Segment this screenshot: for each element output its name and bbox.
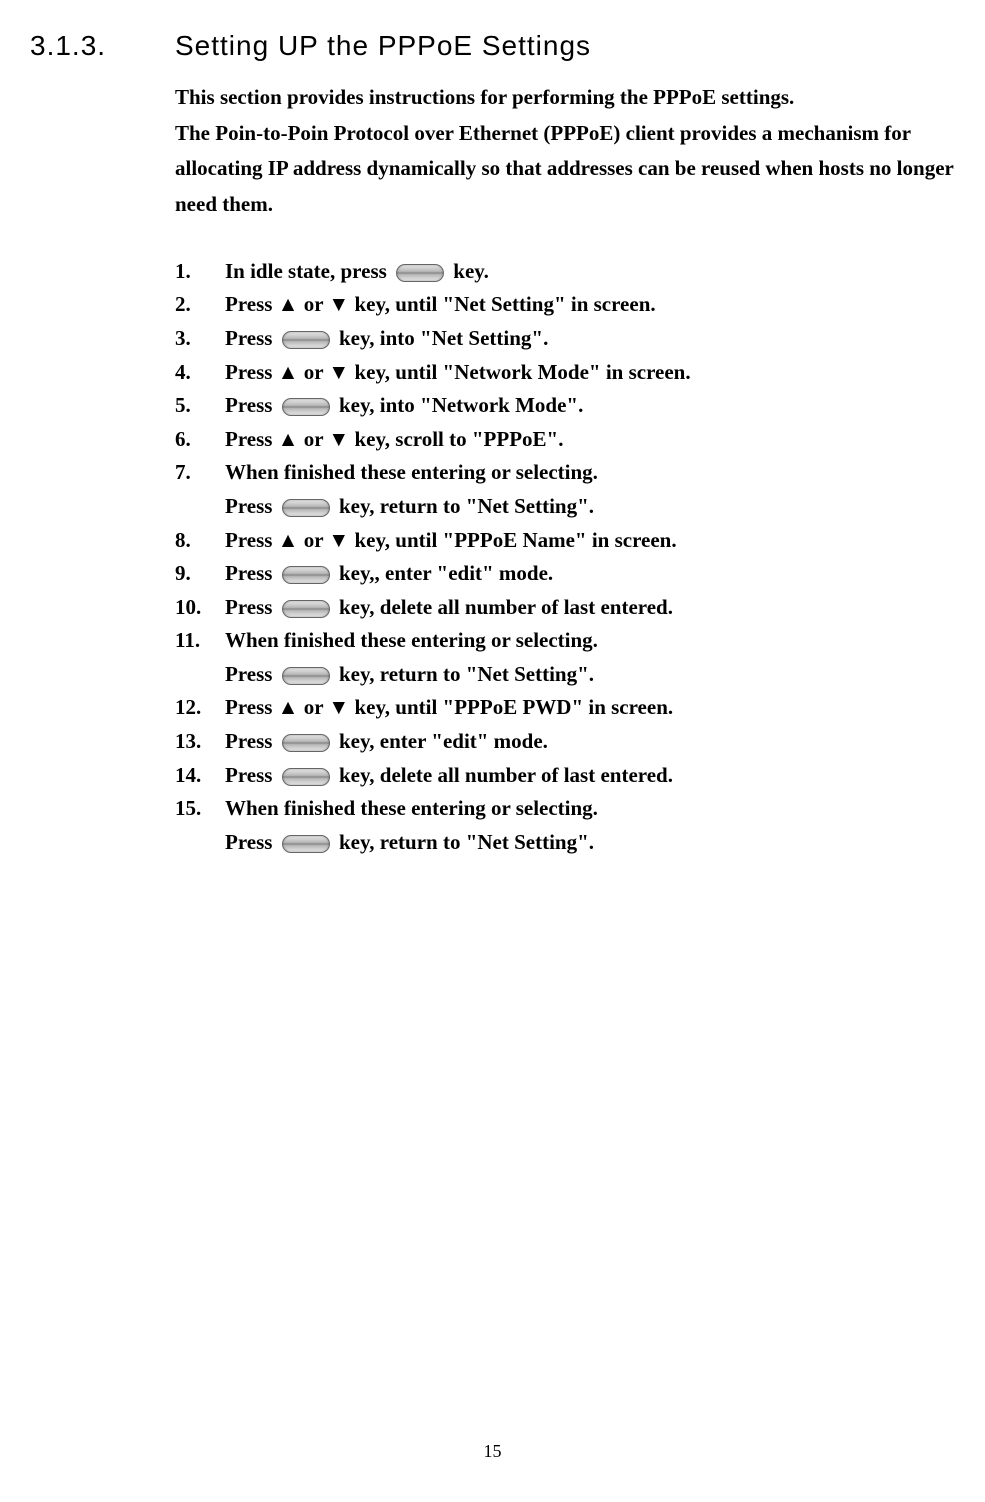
step-item: 1.In idle state, press key.	[175, 255, 965, 289]
menu-key-icon	[282, 768, 330, 786]
step-text: Press key, into "Network Mode".	[225, 389, 965, 423]
step-text: Press key,, enter "edit" mode.	[225, 557, 965, 591]
step-text: When finished these entering or selectin…	[225, 624, 965, 691]
step-text: Press ▲ or ▼ key, until "PPPoE PWD" in s…	[225, 691, 965, 725]
step-text-after: key, into "Net Setting".	[334, 326, 549, 350]
step-text: Press ▲ or ▼ key, until "Network Mode" i…	[225, 356, 965, 390]
step-text: Press key, enter "edit" mode.	[225, 725, 965, 759]
intro-line2: The Poin-to-Poin Protocol over Ethernet …	[175, 116, 965, 223]
step-text-before: Press ▲ or ▼ key, until "Net Setting" in…	[225, 292, 656, 316]
step-item: 8.Press ▲ or ▼ key, until "PPPoE Name" i…	[175, 524, 965, 558]
menu-key-icon	[282, 600, 330, 618]
step-text-before: When finished these entering or selectin…	[225, 796, 598, 820]
step-text: Press ▲ or ▼ key, scroll to "PPPoE".	[225, 423, 965, 457]
step-text: Press key, delete all number of last ent…	[225, 591, 965, 625]
step-text-before: Press	[225, 595, 278, 619]
step-number: 15.	[175, 792, 225, 859]
step-number: 5.	[175, 389, 225, 423]
step-text-after: key,, enter "edit" mode.	[334, 561, 554, 585]
menu-key-icon	[282, 566, 330, 584]
step-number: 1.	[175, 255, 225, 289]
step-number: 6.	[175, 423, 225, 457]
step-line2-before: Press	[225, 830, 278, 854]
step-number: 4.	[175, 356, 225, 390]
step-number: 13.	[175, 725, 225, 759]
menu-key-icon	[282, 734, 330, 752]
step-text: Press ▲ or ▼ key, until "PPPoE Name" in …	[225, 524, 965, 558]
step-item: 5.Press key, into "Network Mode".	[175, 389, 965, 423]
step-line2-after: key, return to "Net Setting".	[334, 830, 594, 854]
step-number: 2.	[175, 288, 225, 322]
step-text-after: key.	[448, 259, 489, 283]
step-text-before: Press	[225, 326, 278, 350]
step-item: 3.Press key, into "Net Setting".	[175, 322, 965, 356]
step-number: 11.	[175, 624, 225, 691]
step-text: In idle state, press key.	[225, 255, 965, 289]
step-text-before: Press	[225, 729, 278, 753]
step-number: 10.	[175, 591, 225, 625]
intro-line1: This section provides instructions for p…	[175, 80, 965, 116]
step-line2-before: Press	[225, 494, 278, 518]
step-text-before: Press	[225, 561, 278, 585]
menu-key-icon	[282, 667, 330, 685]
step-text-before: When finished these entering or selectin…	[225, 460, 598, 484]
section-heading: 3.1.3. Setting UP the PPPoE Settings	[30, 30, 965, 62]
section-number: 3.1.3.	[30, 30, 175, 62]
step-text-after: key, into "Network Mode".	[334, 393, 584, 417]
step-item: 4.Press ▲ or ▼ key, until "Network Mode"…	[175, 356, 965, 390]
step-text-after: key, delete all number of last entered.	[334, 763, 673, 787]
step-number: 8.	[175, 524, 225, 558]
step-text-before: Press	[225, 393, 278, 417]
step-text-before: In idle state, press	[225, 259, 392, 283]
step-number: 14.	[175, 759, 225, 793]
step-line2-after: key, return to "Net Setting".	[334, 494, 594, 518]
step-item: 6.Press ▲ or ▼ key, scroll to "PPPoE".	[175, 423, 965, 457]
step-number: 9.	[175, 557, 225, 591]
step-item: 11.When finished these entering or selec…	[175, 624, 965, 691]
step-number: 3.	[175, 322, 225, 356]
step-item: 9.Press key,, enter "edit" mode.	[175, 557, 965, 591]
menu-key-icon	[396, 264, 444, 282]
page-number: 15	[0, 1441, 985, 1462]
step-text-before: Press ▲ or ▼ key, until "PPPoE PWD" in s…	[225, 695, 673, 719]
step-text: When finished these entering or selectin…	[225, 456, 965, 523]
step-item: 2.Press ▲ or ▼ key, until "Net Setting" …	[175, 288, 965, 322]
step-item: 13.Press key, enter "edit" mode.	[175, 725, 965, 759]
step-text-after: key, enter "edit" mode.	[334, 729, 548, 753]
step-text: Press ▲ or ▼ key, until "Net Setting" in…	[225, 288, 965, 322]
step-text-after: key, delete all number of last entered.	[334, 595, 673, 619]
steps-list: 1.In idle state, press key.2.Press ▲ or …	[175, 255, 965, 860]
menu-key-icon	[282, 398, 330, 416]
section-title: Setting UP the PPPoE Settings	[175, 30, 591, 62]
step-line2-before: Press	[225, 662, 278, 686]
menu-key-icon	[282, 835, 330, 853]
step-text-before: Press	[225, 763, 278, 787]
step-item: 7.When finished these entering or select…	[175, 456, 965, 523]
step-line2-after: key, return to "Net Setting".	[334, 662, 594, 686]
step-item: 14.Press key, delete all number of last …	[175, 759, 965, 793]
step-item: 15.When finished these entering or selec…	[175, 792, 965, 859]
content-body: This section provides instructions for p…	[175, 80, 965, 859]
menu-key-icon	[282, 499, 330, 517]
menu-key-icon	[282, 331, 330, 349]
step-text: Press key, delete all number of last ent…	[225, 759, 965, 793]
step-number: 12.	[175, 691, 225, 725]
step-text-before: Press ▲ or ▼ key, until "Network Mode" i…	[225, 360, 691, 384]
step-item: 12.Press ▲ or ▼ key, until "PPPoE PWD" i…	[175, 691, 965, 725]
step-item: 10.Press key, delete all number of last …	[175, 591, 965, 625]
step-text: Press key, into "Net Setting".	[225, 322, 965, 356]
intro-text: This section provides instructions for p…	[175, 80, 965, 223]
step-text-before: When finished these entering or selectin…	[225, 628, 598, 652]
step-number: 7.	[175, 456, 225, 523]
step-text: When finished these entering or selectin…	[225, 792, 965, 859]
step-text-before: Press ▲ or ▼ key, scroll to "PPPoE".	[225, 427, 563, 451]
step-text-before: Press ▲ or ▼ key, until "PPPoE Name" in …	[225, 528, 677, 552]
